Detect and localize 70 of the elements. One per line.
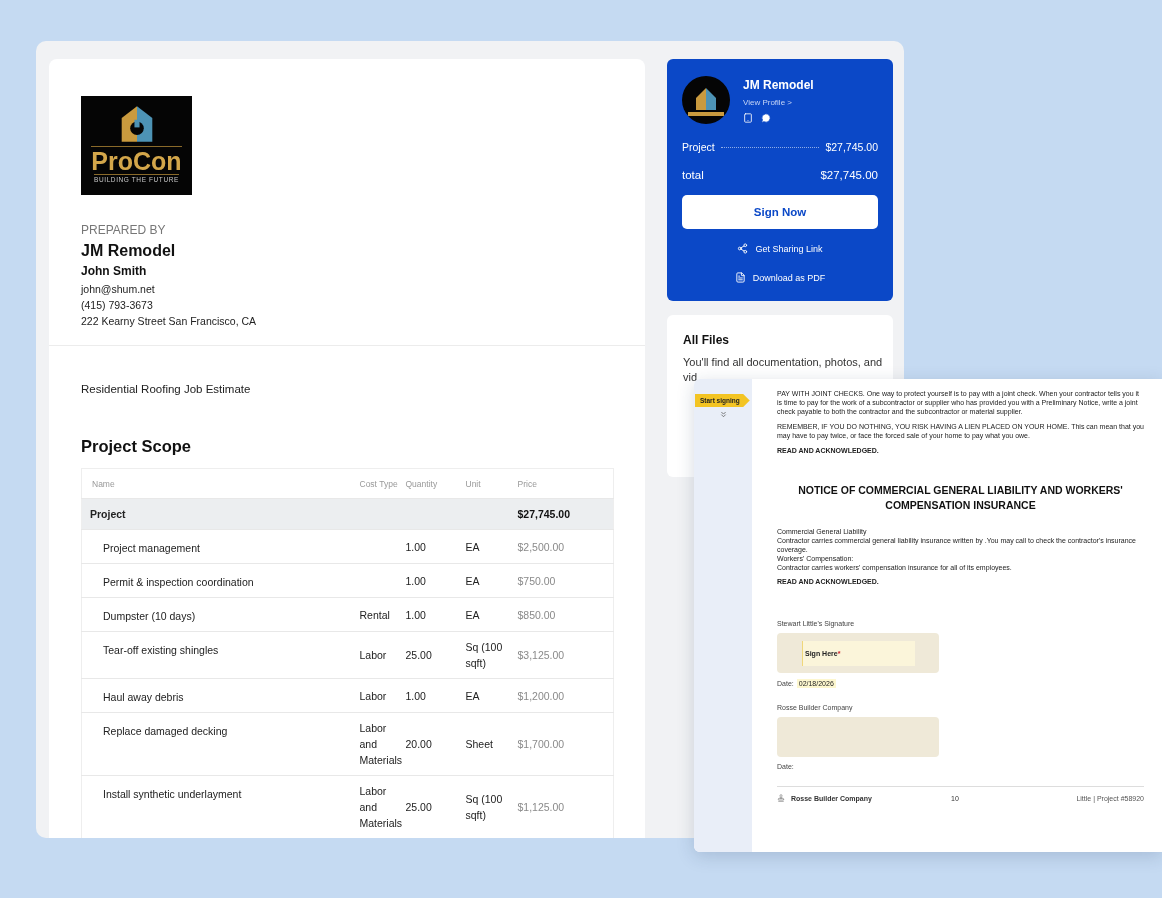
company-avatar [682,76,730,124]
contact-phone: (415) 793-3673 [81,298,154,313]
price: $1,200.00 [517,678,614,713]
quantity: 1.00 [405,597,466,632]
unit: Sheet [465,712,518,776]
price: $750.00 [517,563,614,598]
quantity: 20.00 [405,712,466,776]
section-heading: Project Scope [81,437,193,456]
view-profile-link[interactable]: View Profile > [743,98,814,107]
column-header: Cost Type [359,468,406,499]
house-wrench-icon [119,104,154,144]
price: $1,125.00 [517,775,614,838]
sign-now-button[interactable]: Sign Now [682,195,878,229]
unit: EA [465,597,518,632]
price: $2,500.00 [517,529,614,564]
download-link[interactable]: Download as PDF [734,272,826,283]
cost-type: Labor and Materials [359,712,406,776]
logo-wordmark: ProCon [91,146,182,174]
prepared-by-label: PREPARED BY [81,223,167,237]
notice-title: NOTICE OF COMMERCIAL GENERAL LIABILITY AND WORKERS' COMPENSATION INSURANCE [797,483,1124,513]
tablet-icon[interactable] [743,113,753,123]
estimate-title: Residential Roofing Job Estimate [81,383,252,395]
quantity: 25.00 [405,775,466,838]
cost-type: Rental [359,597,406,632]
contractor-name: JM Remodel [743,78,814,92]
price: $3,125.00 [517,631,614,679]
item-name: Replace damaged decking [81,712,360,776]
total-amount: $27,745.00 [820,169,878,181]
quantity: 1.00 [405,529,466,564]
column-header: Quantity [405,468,466,499]
column-header: Price [517,468,614,499]
line-label: Project [682,141,715,153]
chat-icon[interactable] [761,113,771,123]
quantity: 1.00 [405,563,466,598]
files-description: You'll find all documentation, photos, and vid [683,355,883,385]
cost-type: Labor [359,678,406,713]
share-icon [737,243,749,254]
unit: EA [465,678,518,713]
item-name: Permit & inspection coordination [81,563,360,598]
price: $1,700.00 [517,712,614,776]
price: $27,745.00 [517,498,614,530]
cost-type: Labor and Materials [359,775,406,838]
item-name: Tear-off existing shingles [81,631,360,679]
group-name: Project [81,498,360,530]
unit: Sq (100 sqft) [465,775,518,838]
item-name: Install synthetic underlayment [81,775,360,838]
price: $850.00 [517,597,614,632]
signature-field[interactable] [777,717,939,757]
cost-type: Labor [359,631,406,679]
item-name: Project management [81,529,360,564]
item-name: Dumpster (10 days) [81,597,360,632]
total-label: total [682,169,704,181]
column-header: Unit [465,468,518,499]
quantity: 25.00 [405,631,466,679]
file-icon [734,272,746,283]
files-title: All Files [683,333,730,347]
quantity: 1.00 [405,678,466,713]
unit: EA [465,529,518,564]
unit: EA [465,563,518,598]
share-link[interactable]: Get Sharing Link [737,243,823,254]
column-header: Name [81,468,360,499]
company-name: JM Remodel [81,242,177,260]
unit: Sq (100 sqft) [465,631,518,679]
stamp-icon [777,794,785,802]
chevrons-down-icon[interactable] [718,410,728,419]
line-amount: $27,745.00 [825,141,878,153]
contact-name: John Smith [81,264,148,278]
contact-email: john@shum.net [81,282,156,297]
contact-address: 222 Kearny Street San Francisco, CA [81,314,258,329]
item-name: Haul away debris [81,678,360,713]
